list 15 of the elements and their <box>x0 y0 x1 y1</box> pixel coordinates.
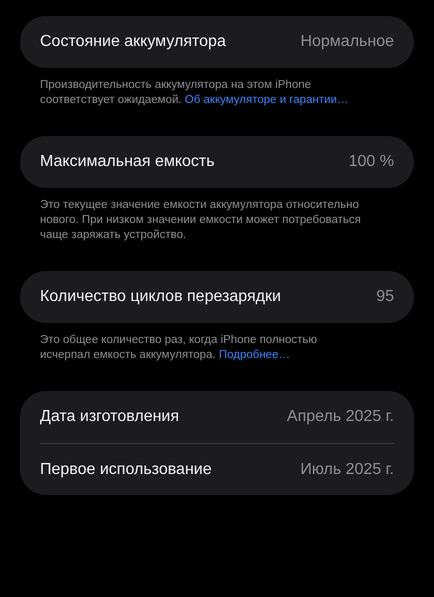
row-label: Дата изготовления <box>40 407 180 427</box>
row-label: Максимальная емкость <box>40 152 215 172</box>
row-value: Июль 2025 г. <box>300 460 394 480</box>
row-value: 100 % <box>348 152 394 172</box>
more-link[interactable]: Подробнее… <box>218 349 290 361</box>
footer-note: Это текущее значение емкости аккумулятора относительно нового. При низком значении емкости может потребоваться чаще заряжать устройство. <box>39 198 362 243</box>
row-label: Первое использование <box>40 460 212 480</box>
footer-note: Производительность аккумулятора на этом iPhone соответствует ожидаемой. Об аккумуляторе и гарантии… <box>39 78 350 108</box>
row-label: Количество циклов перезарядки <box>40 287 281 307</box>
more-link[interactable]: Об аккумуляторе и гарантии… <box>184 94 348 106</box>
row-value: 95 <box>376 287 394 307</box>
row-label: Состояние аккумулятора <box>40 32 226 52</box>
row-value: Апрель 2025 г. <box>286 407 394 427</box>
footer-note: Это общее количество раз, когда iPhone полностью исчерпал емкость аккумулятора. Подробнее… <box>39 333 318 363</box>
row-value: Нормальное <box>300 32 394 52</box>
